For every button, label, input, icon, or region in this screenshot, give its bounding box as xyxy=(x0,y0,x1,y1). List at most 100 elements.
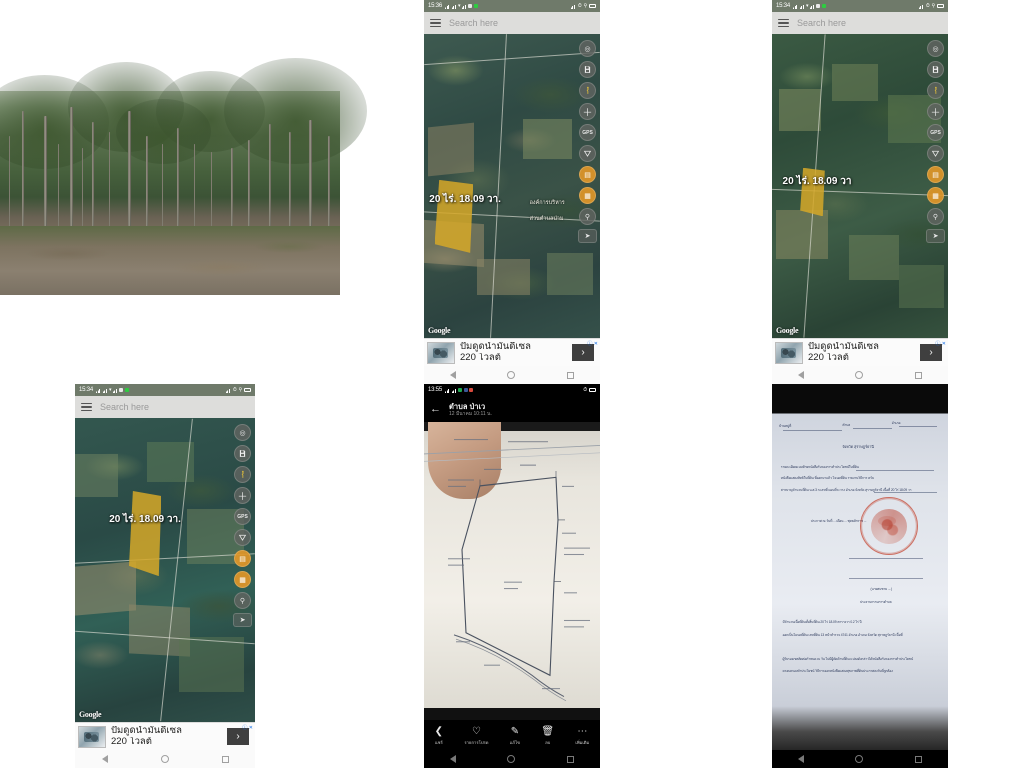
nav-back-icon[interactable] xyxy=(797,371,804,379)
ad-banner[interactable]: ปั๊มดูดน้ำมันดีเซล 220 โวลต์ › ⓘ ✕ xyxy=(75,722,255,750)
android-nav-bar[interactable] xyxy=(424,366,600,384)
status-bar: 15:36 ▾ ⏱ ⚲ xyxy=(424,0,600,12)
navigate-icon[interactable]: ➤ xyxy=(578,229,597,243)
doc-position-label: ประธานกรรมการตำบล xyxy=(860,599,892,604)
nav-back-icon[interactable] xyxy=(449,371,456,379)
crosshair-icon[interactable]: ◎ xyxy=(579,40,596,57)
viewer-toolbar[interactable]: ❮ แชร์ ♡ รายการโปรด ✎ แก้ไข 🗑 ลบ ⋯ เพิ่ม… xyxy=(424,720,600,750)
android-nav-bar[interactable] xyxy=(772,366,948,384)
more-button[interactable]: ⋯ เพิ่มเติม xyxy=(575,726,589,746)
crosshair-icon[interactable]: ◎ xyxy=(927,40,944,57)
status-right-icons: ⏱ ⚲ xyxy=(918,3,944,9)
hamburger-icon[interactable] xyxy=(81,402,92,412)
map-canvas[interactable]: 20 ไร่. 18.09 วา. องค์การบริหาร ส่วนตำบล… xyxy=(424,34,600,338)
nav-home-icon[interactable] xyxy=(160,755,169,763)
form-rule xyxy=(849,557,924,559)
layers-icon[interactable]: ▦ xyxy=(579,187,596,204)
nav-recents-icon[interactable] xyxy=(915,755,923,763)
maps-search-bar[interactable]: Search here xyxy=(772,12,948,34)
search-input[interactable]: Search here xyxy=(797,18,846,28)
search-input[interactable]: Search here xyxy=(100,402,149,412)
nav-recents-icon[interactable] xyxy=(567,371,575,379)
nav-home-icon[interactable] xyxy=(855,371,864,379)
gps-icon[interactable]: GPS xyxy=(234,508,251,525)
cone-icon[interactable] xyxy=(927,145,944,162)
nav-home-icon[interactable] xyxy=(507,755,516,763)
favorite-button[interactable]: ♡ รายการโปรด xyxy=(464,726,488,746)
measure-icon[interactable]: ▤ xyxy=(579,166,596,183)
vibrate-icon xyxy=(918,3,924,9)
maps-search-bar[interactable]: Search here xyxy=(75,396,255,418)
maps-screenshot-bottom-left[interactable]: 15:34 ▾ ⏱ ⚲ Search here 20 ไร่. 18.09 วา… xyxy=(75,384,255,768)
status-time: 13:55 xyxy=(428,387,443,393)
field-patch xyxy=(898,265,945,308)
battery-icon xyxy=(589,388,596,392)
edit-button[interactable]: ✎ แก้ไข xyxy=(510,726,520,746)
nav-back-icon[interactable] xyxy=(797,755,804,763)
measure-icon[interactable]: ▤ xyxy=(234,550,251,567)
cone-icon[interactable] xyxy=(234,529,251,546)
app-icon-red xyxy=(469,388,474,392)
nav-back-icon[interactable] xyxy=(101,755,108,763)
pin-icon[interactable]: ⚲ xyxy=(234,592,251,609)
hamburger-icon[interactable] xyxy=(778,18,789,28)
add-point-icon[interactable]: ＋ xyxy=(234,487,251,504)
map-canvas[interactable]: 20 ไร่. 18.09 วา ◎ ＋ GPS ▤ ▦ ⚲ ➤ Google xyxy=(772,34,948,338)
survey-plot-photo[interactable] xyxy=(424,422,600,720)
map-tool-column[interactable]: ◎ ＋ GPS ▤ ▦ ⚲ ➤ xyxy=(233,424,252,627)
search-input[interactable]: Search here xyxy=(449,18,498,28)
add-point-icon[interactable]: ＋ xyxy=(927,103,944,120)
maps-search-bar[interactable]: Search here xyxy=(424,12,600,34)
gps-icon[interactable]: GPS xyxy=(927,124,944,141)
nav-home-icon[interactable] xyxy=(507,371,516,379)
layers-icon[interactable]: ▦ xyxy=(234,571,251,588)
map-tool-column[interactable]: ◎ ＋ GPS ▤ ▦ ⚲ ➤ xyxy=(578,40,597,243)
measure-icon[interactable]: ▤ xyxy=(927,166,944,183)
walk-icon[interactable] xyxy=(579,82,596,99)
document-page[interactable]: บ้านหมู่ที่ ตำบล อำเภอ จังหวัด สุราษฎร์ธ… xyxy=(772,384,948,750)
walk-icon[interactable] xyxy=(234,466,251,483)
official-document-photo[interactable]: บ้านหมู่ที่ ตำบล อำเภอ จังหวัด สุราษฎร์ธ… xyxy=(772,384,948,768)
nav-recents-icon[interactable] xyxy=(221,755,229,763)
photo-viewer-survey-plot[interactable]: 13:55 ⏱ ← ตำบล ป่าเว 12 มีนาคม 10:11 น. xyxy=(424,384,600,768)
ad-info-close-icon[interactable]: ⓘ ✕ xyxy=(242,724,253,731)
pin-icon[interactable]: ⚲ xyxy=(927,208,944,225)
parcel-area-label: 20 ไร่. 18.09 วา. xyxy=(429,194,501,206)
map-canvas[interactable]: 20 ไร่. 18.09 วา. ◎ ＋ GPS ▤ ▦ ⚲ ➤ Google xyxy=(75,418,255,722)
save-icon[interactable] xyxy=(927,61,944,78)
save-icon[interactable] xyxy=(234,445,251,462)
maps-screenshot-top-middle[interactable]: 15:36 ▾ ⏱ ⚲ Search here 20 ไร่. 18.09 วา… xyxy=(424,0,600,384)
android-nav-bar[interactable] xyxy=(424,750,600,768)
ad-info-close-icon[interactable]: ⓘ ✕ xyxy=(587,340,598,347)
ground-layer xyxy=(0,225,340,295)
nav-home-icon[interactable] xyxy=(855,755,864,763)
share-button[interactable]: ❮ แชร์ xyxy=(435,726,443,746)
ad-banner[interactable]: ปั๊มดูดน้ำมันดีเซล 220 โวลต์ › ⓘ ✕ xyxy=(424,338,600,366)
maps-screenshot-top-right[interactable]: 15:34 ▾ ⏱ ⚲ Search here 20 ไร่. 18.09 วา… xyxy=(772,0,948,384)
cone-icon[interactable] xyxy=(579,145,596,162)
alarm-icon: ⏱ xyxy=(577,3,582,9)
walk-icon[interactable] xyxy=(927,82,944,99)
crosshair-icon[interactable]: ◎ xyxy=(234,424,251,441)
android-nav-bar[interactable] xyxy=(772,750,948,768)
navigate-icon[interactable]: ➤ xyxy=(926,229,945,243)
layers-icon[interactable]: ▦ xyxy=(927,187,944,204)
place-label: องค์การบริหาร xyxy=(529,199,565,206)
ad-info-close-icon[interactable]: ⓘ ✕ xyxy=(935,340,946,347)
nav-recents-icon[interactable] xyxy=(567,755,575,763)
ad-banner[interactable]: ปั๊มดูดน้ำมันดีเซล 220 โวลต์ › ⓘ ✕ xyxy=(772,338,948,366)
save-icon[interactable] xyxy=(579,61,596,78)
delete-label: ลบ xyxy=(545,739,551,745)
gps-icon[interactable]: GPS xyxy=(579,124,596,141)
nav-recents-icon[interactable] xyxy=(915,371,923,379)
hamburger-icon[interactable] xyxy=(430,18,441,28)
ad-line-1: ปั๊มดูดน้ำมันดีเซล xyxy=(111,725,182,736)
delete-button[interactable]: 🗑 ลบ xyxy=(541,726,554,746)
map-tool-column[interactable]: ◎ ＋ GPS ▤ ▦ ⚲ ➤ xyxy=(926,40,945,243)
pin-icon[interactable]: ⚲ xyxy=(579,208,596,225)
add-point-icon[interactable]: ＋ xyxy=(579,103,596,120)
android-nav-bar[interactable] xyxy=(75,750,255,768)
back-arrow-icon[interactable]: ← xyxy=(430,403,441,415)
navigate-icon[interactable]: ➤ xyxy=(233,613,252,627)
nav-back-icon[interactable] xyxy=(449,755,456,763)
